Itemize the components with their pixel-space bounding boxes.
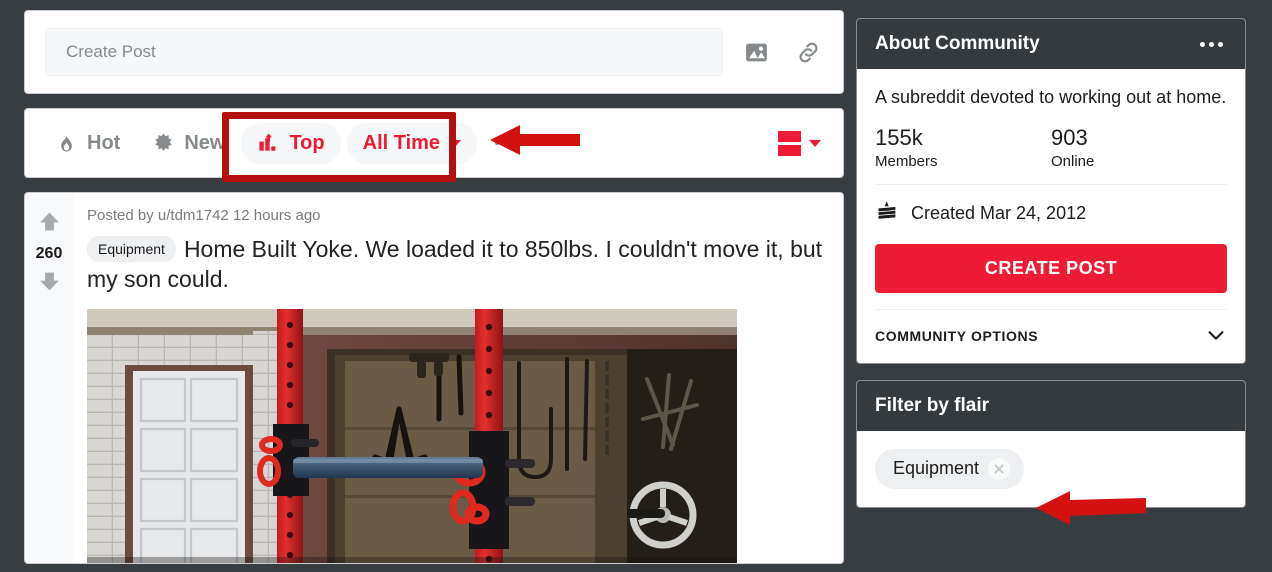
sort-time-filter-label: All Time bbox=[362, 131, 441, 154]
online-label: Online bbox=[1051, 152, 1095, 170]
create-post-bar: Create Post bbox=[24, 10, 844, 94]
chevron-down-icon bbox=[449, 139, 462, 147]
community-created-row: Created Mar 24, 2012 bbox=[875, 199, 1227, 228]
dot bbox=[495, 141, 500, 145]
create-post-input[interactable]: Create Post bbox=[45, 28, 723, 76]
post-author[interactable]: u/tdm1742 bbox=[158, 207, 229, 224]
arrow-up-icon[interactable] bbox=[37, 209, 62, 239]
post-score: 260 bbox=[35, 245, 63, 262]
about-community-title: About Community bbox=[875, 33, 1040, 54]
sort-bar: Hot New Top All Time bbox=[24, 108, 844, 178]
filter-by-flair-panel: Filter by flair Equipment bbox=[856, 379, 1246, 508]
community-options-row[interactable]: COMMUNITY OPTIONS bbox=[875, 308, 1227, 349]
post-flair-badge[interactable]: Equipment bbox=[87, 235, 176, 263]
about-community-panel: About Community A subreddit devoted to w… bbox=[856, 18, 1246, 364]
filter-by-flair-body: Equipment bbox=[857, 431, 1245, 507]
post-timestamp: 12 hours ago bbox=[232, 207, 321, 224]
page-root: Create Post Hot New Top All Time 260 Pos… bbox=[0, 0, 1272, 572]
sort-time-filter[interactable]: All Time bbox=[346, 122, 478, 164]
sort-tab-new-label: New bbox=[184, 131, 226, 154]
community-options-label: COMMUNITY OPTIONS bbox=[875, 328, 1039, 345]
close-icon[interactable] bbox=[988, 457, 1011, 480]
post-image-wrapper bbox=[87, 308, 825, 564]
bar-chart-up-icon bbox=[257, 132, 280, 155]
dot bbox=[502, 141, 507, 145]
post-card: 260 Posted by u/tdm1742 12 hours ago Equ… bbox=[24, 192, 844, 564]
flair-chip-equipment[interactable]: Equipment bbox=[875, 448, 1025, 489]
create-post-placeholder: Create Post bbox=[66, 42, 156, 61]
post-body: Posted by u/tdm1742 12 hours ago Equipme… bbox=[73, 193, 843, 563]
sidebar-column: About Community A subreddit devoted to w… bbox=[856, 18, 1246, 508]
flair-chip-label: Equipment bbox=[893, 458, 980, 479]
members-label: Members bbox=[875, 152, 938, 170]
post-image[interactable] bbox=[87, 308, 737, 564]
arrow-down-icon[interactable] bbox=[37, 269, 62, 299]
about-community-body: A subreddit devoted to working out at ho… bbox=[857, 69, 1245, 363]
about-community-header: About Community bbox=[857, 19, 1245, 69]
chevron-down-icon bbox=[809, 139, 821, 147]
sort-tab-top-label: Top bbox=[289, 131, 325, 154]
flame-icon bbox=[55, 132, 78, 155]
view-mode-switcher[interactable] bbox=[774, 125, 825, 162]
cake-icon bbox=[875, 199, 899, 228]
vote-column: 260 bbox=[25, 193, 73, 563]
post-meta: Posted by u/tdm1742 12 hours ago bbox=[87, 207, 825, 224]
sort-tab-hot[interactable]: Hot bbox=[39, 123, 136, 164]
sort-tab-new[interactable]: New bbox=[136, 123, 241, 164]
community-created-text: Created Mar 24, 2012 bbox=[911, 202, 1087, 223]
online-count: 903 bbox=[1051, 124, 1088, 150]
image-icon[interactable] bbox=[737, 33, 775, 71]
sort-tab-top[interactable]: Top bbox=[241, 122, 341, 164]
sort-tab-hot-label: Hot bbox=[87, 131, 121, 154]
community-stats: 155k Members 903 Online bbox=[875, 125, 1227, 170]
ellipsis-icon[interactable] bbox=[1196, 38, 1227, 51]
dot bbox=[509, 141, 514, 145]
divider bbox=[875, 183, 1227, 185]
stat-members: 155k Members bbox=[875, 125, 1051, 170]
community-description: A subreddit devoted to working out at ho… bbox=[875, 87, 1227, 107]
post-title[interactable]: Home Built Yoke. We loaded it to 850lbs.… bbox=[87, 236, 822, 292]
card-view-icon bbox=[778, 130, 801, 156]
post-meta-prefix: Posted by bbox=[87, 207, 154, 224]
post-title-row: Equipment Home Built Yoke. We loaded it t… bbox=[87, 234, 825, 295]
sparkle-icon bbox=[152, 132, 175, 155]
filter-by-flair-header: Filter by flair bbox=[857, 380, 1245, 431]
link-icon[interactable] bbox=[789, 33, 827, 71]
filter-by-flair-title: Filter by flair bbox=[875, 394, 990, 416]
feed-column: Create Post Hot New Top All Time 260 Pos… bbox=[24, 10, 844, 564]
stat-online: 903 Online bbox=[1051, 125, 1227, 170]
create-post-button[interactable]: CREATE POST bbox=[875, 243, 1227, 293]
sort-more-button[interactable] bbox=[487, 135, 521, 151]
members-count: 155k bbox=[875, 124, 923, 150]
chevron-down-icon bbox=[1205, 324, 1227, 349]
